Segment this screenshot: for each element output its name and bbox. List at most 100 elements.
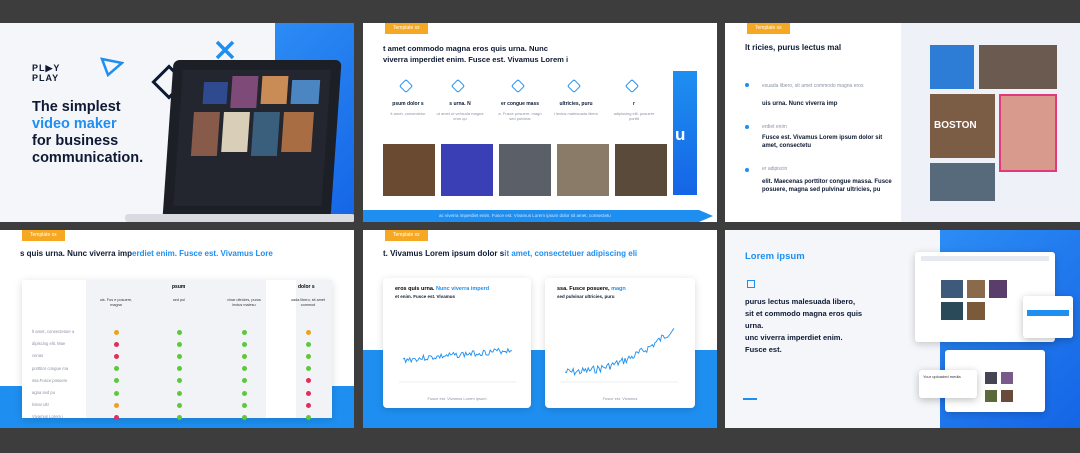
sub-header: uis. Fus e posuere, magna: [99, 298, 133, 307]
mock-thumb: [941, 302, 963, 320]
title-part-b: it amet, consectetuer adipiscing eli: [504, 249, 638, 258]
sub-header: sed pul: [172, 298, 186, 302]
slide-1[interactable]: PL▶Y PLAY The simplest video maker for b…: [0, 23, 354, 222]
bullet: [745, 125, 749, 129]
status-dot: [113, 378, 119, 384]
title-part-a: s quis urna. Nunc viverra imp: [20, 249, 133, 258]
feature-icon: [566, 78, 582, 94]
laptop-base: [125, 214, 354, 222]
slide-4-title: s quis urna. Nunc viverra imperdiet enim…: [20, 249, 273, 258]
status-dot: [113, 414, 119, 420]
card-2-sub: sed pulvinar ultricies, puru: [557, 294, 615, 299]
col-header-2: dolor s: [298, 284, 315, 290]
feature-title: er congue mass: [500, 101, 540, 107]
slide-4[interactable]: Template xx s quis urna. Nunc viverra im…: [0, 230, 354, 428]
slide-6[interactable]: Lorem ipsum purus lectus malesuada liber…: [725, 230, 1080, 428]
mock-thumb: [941, 280, 963, 298]
title-part-a: t. Vivamus Lorem ipsum dolor s: [383, 249, 505, 258]
image-tile: BOSTON: [930, 94, 995, 158]
image-tile: [930, 45, 974, 89]
card-2-title-a: ssa. Fusce posuere,: [557, 286, 612, 292]
chart-card-1: eros quis urna. Nunc viverra imperd et e…: [383, 278, 531, 408]
thumb: [230, 76, 259, 108]
side-bar: u: [673, 71, 697, 195]
card-1-title-b: Nunc viverra imperd: [435, 286, 490, 292]
slide-2-title: t amet commodo magna eros quis urna. Nun…: [383, 43, 683, 65]
mock-toolbar: [921, 256, 1049, 261]
status-dot: [241, 353, 247, 359]
feature-title: psum dolor s: [392, 101, 424, 107]
status-dot: [176, 414, 182, 420]
table-row-label: cenas: [32, 353, 44, 359]
slide-6-title: Lorem ipsum: [745, 251, 805, 262]
status-dot: [305, 378, 311, 384]
feature-desc: l lectus malesuada libero: [553, 111, 599, 116]
feature-desc: adipiscing elit. posuere porttit: [613, 111, 655, 121]
thumb: [221, 112, 250, 152]
feature-desc: a. Fusce posuere, magn sed pulvinar: [498, 111, 542, 121]
status-dot: [176, 366, 182, 372]
status-dot: [176, 329, 182, 335]
status-dot: [305, 366, 311, 372]
template-tag: Template xx: [747, 23, 790, 34]
status-dot: [305, 402, 311, 408]
bullet: [745, 168, 749, 172]
bullet-1-bold: uis urna. Nunc viverra imp: [762, 101, 838, 107]
card-2-footer: Fusce est. Vivamus: [602, 396, 638, 401]
table-row-label: dipiscing elit. Mae: [32, 341, 66, 347]
slide-3-title: lt ricies, purus lectus mal: [745, 43, 842, 52]
feature-icon: [510, 78, 526, 94]
table-row-label: ssa.Fusce posuere: [32, 377, 68, 383]
status-dot: [176, 341, 182, 347]
image-label: BOSTON: [934, 120, 977, 131]
slide-grid: PL▶Y PLAY The simplest video maker for b…: [0, 0, 1080, 453]
status-dot: [241, 414, 247, 420]
status-dot: [241, 329, 247, 335]
thumb: [260, 76, 289, 104]
slide-5[interactable]: Template xx t. Vivamus Lorem ipsum dolor…: [363, 230, 717, 428]
logo: PL▶Y PLAY: [32, 63, 60, 83]
feature-title: ultricies, puru: [559, 101, 593, 107]
bullet-3-bold: elit. Maecenas porttitor congue massa. F…: [762, 179, 892, 193]
status-dot: [113, 390, 119, 396]
photo-tile: [557, 144, 609, 196]
status-dot: [305, 353, 311, 359]
status-dot: [176, 353, 182, 359]
headline-line-3: for business: [32, 133, 119, 149]
slide-6-body: purus lectus malesuada libero, sit et co…: [745, 296, 862, 356]
image-tile: [930, 163, 995, 201]
accent-line: [743, 398, 757, 400]
slide-3[interactable]: Template xx lt ricies, purus lectus mal …: [725, 23, 1080, 222]
title-line-2: viverra imperdiet enim. Fusce est. Vivam…: [383, 55, 569, 64]
status-dot: [176, 402, 182, 408]
thumb: [202, 82, 229, 104]
card-1-title: eros quis urna. Nunc viverra imperd: [395, 286, 489, 292]
body-line-3: urna.: [745, 321, 764, 330]
laptop-display: [173, 70, 331, 206]
logo-line-2: PLAY: [32, 73, 60, 83]
image-tile: [999, 94, 1057, 172]
headline-line-2: video maker: [32, 116, 117, 132]
template-tag: Template xx: [22, 230, 65, 241]
body-line-5: Fusce est.: [745, 345, 782, 354]
headline-line-4: communication.: [32, 150, 144, 166]
photo-tile: [383, 144, 435, 196]
ui-caption: Your uploaded media: [919, 370, 977, 398]
slide-2[interactable]: Template xx t amet commodo magna eros qu…: [363, 23, 717, 222]
feature-desc: ut amet ut vehicula magna eros qu: [436, 111, 484, 121]
status-dot: [113, 329, 119, 335]
photo-tile: [499, 144, 551, 196]
mock-thumb: [989, 280, 1007, 298]
feature-title: r: [633, 101, 635, 107]
status-dot: [113, 402, 119, 408]
series-line: [564, 328, 675, 377]
side-letter: u: [675, 125, 686, 144]
mock-thumb: [1001, 390, 1013, 402]
mock-thumb: [985, 390, 997, 402]
comparison-table: psum dolor s uis. Fus e posuere, magna se…: [22, 280, 332, 420]
table-row-label: Vivamus Lorem i: [32, 414, 64, 420]
status-dot: [305, 329, 311, 335]
line-chart-2: [561, 328, 678, 383]
template-tag: Template xx: [385, 23, 428, 34]
play-icon: [100, 57, 124, 77]
